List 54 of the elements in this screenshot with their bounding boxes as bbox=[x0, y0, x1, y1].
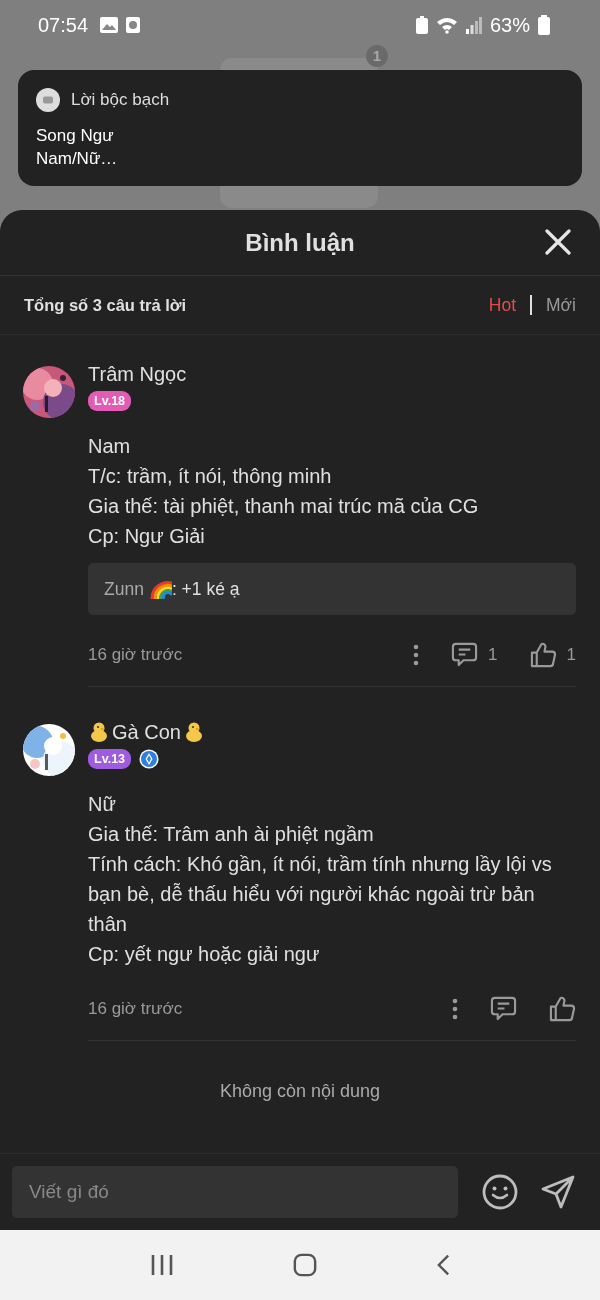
battery-saver-icon bbox=[415, 16, 428, 34]
comment-text: Gia thế: Trâm anh ài phiệt ngầm bbox=[88, 822, 375, 847]
verified-icon bbox=[139, 749, 160, 769]
like-count: 1 bbox=[566, 644, 576, 665]
comment-icon[interactable] bbox=[451, 641, 479, 668]
comment-time: 16 giờ trước bbox=[88, 998, 183, 1019]
comment-text: Cp: yết ngư hoặc giải ngư bbox=[88, 942, 321, 967]
level-badge: Lv.13 bbox=[88, 749, 132, 769]
comment-text: Nữ bbox=[88, 792, 117, 817]
comment-icon[interactable] bbox=[490, 995, 517, 1022]
comment-text: T/c: trầm, ít nói, thông minh bbox=[88, 464, 333, 489]
sheet-title: Bình luận bbox=[245, 228, 355, 257]
notification-app-name: Lời bộc bạch bbox=[71, 90, 170, 110]
signal-icon bbox=[465, 16, 482, 34]
notification-title: Song Ngư bbox=[36, 125, 115, 147]
user-name[interactable]: Trâm Ngọc bbox=[88, 362, 187, 386]
level-badge: Lv.18 bbox=[88, 391, 132, 411]
close-icon[interactable] bbox=[545, 229, 571, 255]
more-icon[interactable] bbox=[413, 643, 420, 666]
notification-text: Nam/Nữ… bbox=[36, 148, 119, 170]
answer-count: Tổng số 3 câu trả lời bbox=[24, 295, 187, 315]
wifi-icon bbox=[435, 16, 458, 34]
battery-level: 63% bbox=[489, 13, 530, 37]
reply-preview[interactable]: Zunn : +1 ké ạ bbox=[88, 563, 576, 615]
rainbow-icon bbox=[149, 579, 172, 599]
sort-tab[interactable]: Hot bbox=[488, 294, 517, 316]
gallery-icon bbox=[100, 17, 119, 33]
user-name[interactable]: Gà Con bbox=[112, 720, 181, 744]
more-icon[interactable] bbox=[452, 997, 458, 1020]
recent-apps-icon[interactable] bbox=[149, 1254, 174, 1276]
home-icon[interactable] bbox=[293, 1253, 318, 1277]
end-of-list-text: Không còn nội dung bbox=[218, 1080, 382, 1102]
reply-count: 1 bbox=[488, 644, 498, 665]
comment-text: Tính cách: Khó gần, ít nói, trầm tính nhưng lầy lội vs bạn bè, dễ thấu hiểu với người khác ngoài trừ bản thân bbox=[88, 852, 553, 937]
comment-text: Cp: Ngư Giải bbox=[88, 524, 206, 549]
battery-icon bbox=[538, 15, 550, 35]
comment-time: 16 giờ trước bbox=[88, 644, 183, 665]
like-icon[interactable] bbox=[549, 995, 576, 1022]
sort-tab[interactable]: Mới bbox=[546, 294, 576, 316]
notification-card[interactable]: Lời bộc bạch Song Ngư Nam/Nữ… bbox=[18, 70, 582, 186]
reply-text: : +1 ké ạ bbox=[171, 578, 240, 600]
back-icon[interactable] bbox=[437, 1253, 451, 1277]
status-time: 07:54 bbox=[38, 13, 89, 37]
comment-input[interactable]: Viết gì đó bbox=[12, 1166, 458, 1218]
send-icon[interactable] bbox=[540, 1174, 576, 1210]
like-icon[interactable] bbox=[529, 641, 557, 668]
emoji-icon[interactable] bbox=[482, 1174, 518, 1210]
app-icon bbox=[36, 88, 60, 112]
chick-icon bbox=[88, 721, 110, 743]
background-badge: 1 bbox=[366, 45, 388, 67]
reply-author: Zunn bbox=[104, 578, 144, 600]
clock-icon bbox=[126, 17, 141, 33]
comment-text: Nam bbox=[88, 434, 132, 459]
comment-text: Gia thế: tài phiệt, thanh mai trúc mã của CG bbox=[88, 494, 480, 519]
